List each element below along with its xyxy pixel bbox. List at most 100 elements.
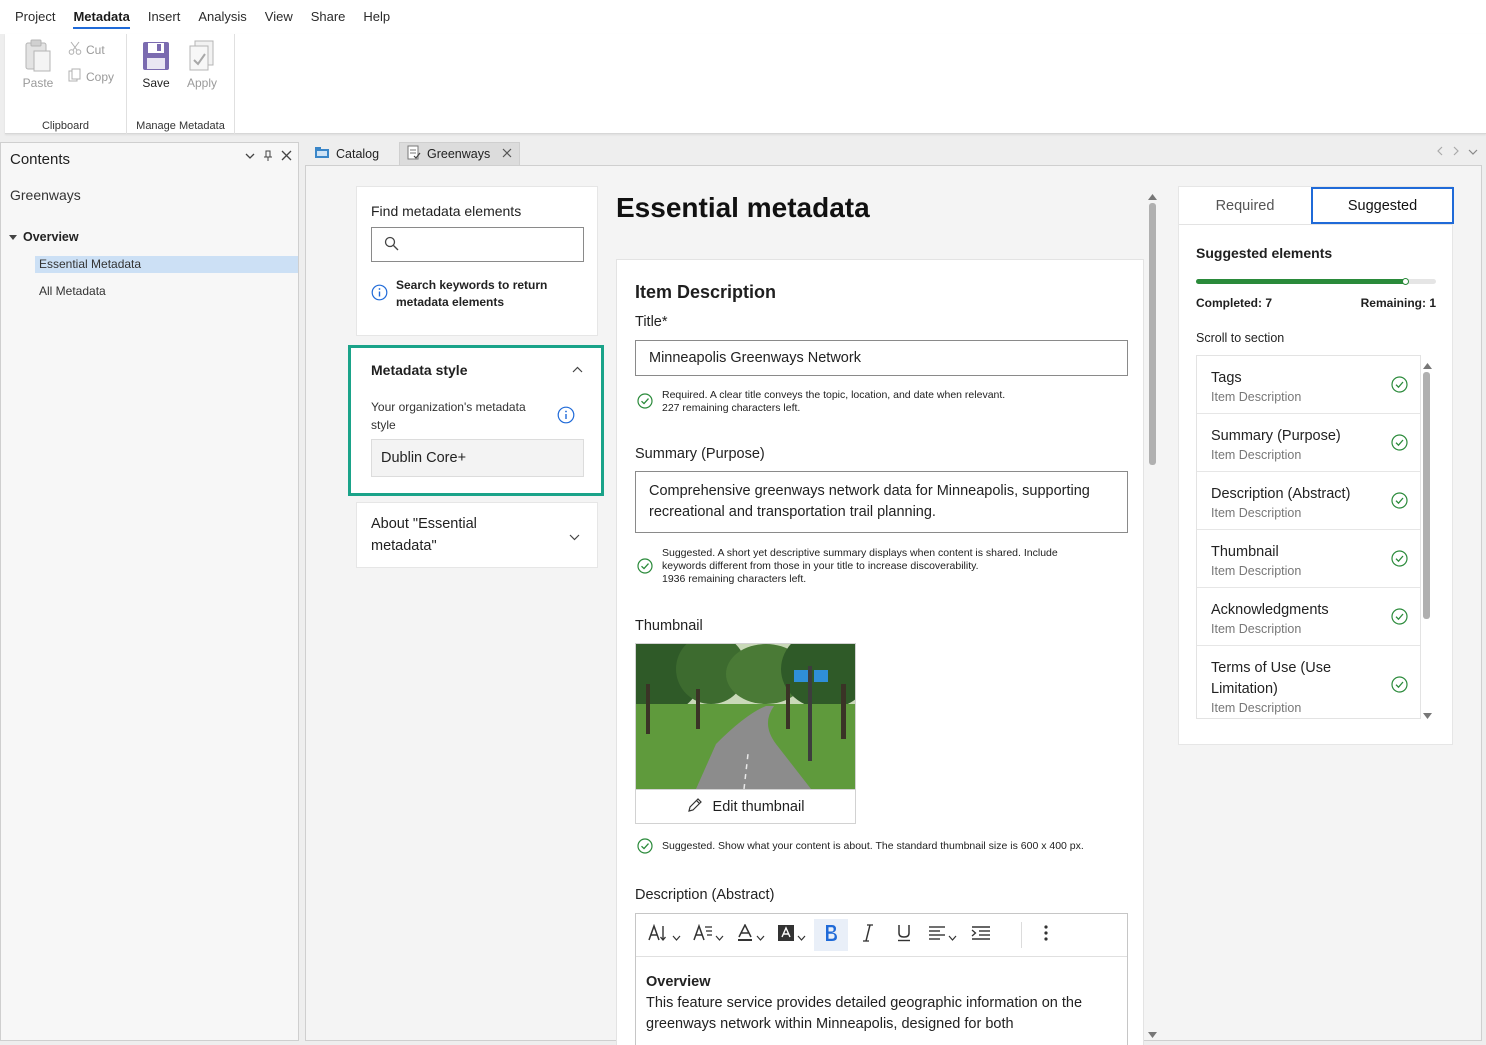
section-list: Tags Item Description Summary (Purpose) … (1196, 355, 1421, 719)
summary-hint-line-2: 1936 remaining characters left. (662, 573, 807, 585)
bold-button[interactable] (814, 919, 848, 951)
menu-view[interactable]: View (256, 0, 302, 34)
section-item-tags[interactable]: Tags Item Description (1197, 356, 1420, 414)
save-button[interactable]: Save (136, 40, 176, 90)
menu-metadata[interactable]: Metadata (64, 0, 138, 34)
chevron-right-icon[interactable] (1452, 145, 1460, 159)
section-item-terms-of-use[interactable]: Terms of Use (Use Limitation) Item Descr… (1197, 646, 1420, 718)
underline-button[interactable] (888, 919, 920, 951)
thumbnail-hint: Suggested. Show what your content is abo… (637, 838, 1084, 858)
title-hint: Required. A clear title conveys the topi… (637, 389, 1005, 415)
edit-thumbnail-button[interactable]: Edit thumbnail (636, 789, 855, 823)
section-item-sub: Item Description (1211, 390, 1302, 404)
clipboard-group-label: Clipboard (41, 120, 90, 132)
tab-greenways[interactable]: Greenways (399, 142, 521, 165)
align-button[interactable] (924, 919, 961, 951)
section-item-sub: Item Description (1211, 701, 1302, 715)
section-item-summary[interactable]: Summary (Purpose) Item Description (1197, 414, 1420, 472)
title-label: Title* (635, 314, 668, 330)
search-icon (384, 236, 399, 254)
font-color-icon (736, 922, 754, 947)
manage-metadata-group: Save Apply Manage Metadata (127, 34, 235, 134)
chevron-down-icon[interactable] (1468, 145, 1478, 159)
section-item-name: Terms of Use (Use Limitation) (1211, 660, 1332, 697)
manage-metadata-group-label: Manage Metadata (136, 120, 225, 132)
menu-insert[interactable]: Insert (139, 0, 190, 34)
menu-bar: Project Metadata Insert Analysis View Sh… (0, 0, 1486, 34)
search-input[interactable] (371, 227, 584, 262)
about-essential-metadata-card[interactable]: About "Essential metadata" (356, 502, 598, 568)
close-tab-icon[interactable] (502, 147, 512, 161)
text-style-button[interactable] (689, 919, 728, 951)
font-color-button[interactable] (732, 919, 769, 951)
section-item-description[interactable]: Description (Abstract) Item Description (1197, 472, 1420, 530)
section-item-thumbnail[interactable]: Thumbnail Item Description (1197, 530, 1420, 588)
chevron-left-icon[interactable] (1436, 145, 1444, 159)
title-hint-line-1: Required. A clear title conveys the topi… (662, 389, 1006, 401)
close-icon[interactable] (281, 150, 292, 165)
paste-button[interactable]: Paste (18, 39, 58, 90)
metadata-style-card: Metadata style Your organization's metad… (348, 345, 604, 496)
check-circle-icon (637, 838, 653, 858)
main-scrollbar[interactable] (1147, 189, 1157, 1039)
metadata-style-select[interactable]: Dublin Core+ (371, 439, 584, 477)
description-text[interactable]: Overview This feature service provides d… (646, 972, 1113, 1035)
tree-item-essential-metadata[interactable]: Essential Metadata (35, 256, 298, 273)
check-circle-icon (1391, 376, 1408, 396)
scroll-up-icon[interactable] (1148, 189, 1157, 204)
section-item-sub: Item Description (1211, 448, 1302, 462)
scroll-up-icon[interactable] (1423, 358, 1432, 373)
check-circle-icon (1391, 434, 1408, 454)
menu-share[interactable]: Share (302, 0, 355, 34)
section-item-sub: Item Description (1211, 622, 1302, 636)
find-metadata-label: Find metadata elements (371, 203, 522, 219)
summary-field[interactable]: Comprehensive greenways network data for… (635, 471, 1128, 533)
indent-button[interactable] (965, 919, 997, 951)
description-editor[interactable]: Overview This feature service provides d… (635, 913, 1128, 1045)
section-item-acknowledgments[interactable]: Acknowledgments Item Description (1197, 588, 1420, 646)
pin-icon[interactable] (263, 150, 273, 165)
menu-help[interactable]: Help (354, 0, 399, 34)
more-options-button[interactable] (1034, 919, 1058, 951)
scroll-down-icon[interactable] (1423, 707, 1432, 722)
font-size-button[interactable] (644, 919, 685, 951)
map-name: Greenways (10, 187, 81, 203)
section-item-name: Summary (Purpose) (1211, 428, 1341, 444)
copy-button[interactable]: Copy (68, 68, 114, 85)
section-item-name: Acknowledgments (1211, 602, 1329, 618)
menu-project[interactable]: Project (6, 0, 64, 34)
completion-progress-bar (1196, 278, 1436, 285)
chevron-down-icon[interactable] (569, 529, 580, 544)
italic-icon (862, 923, 874, 947)
tree-node-overview[interactable]: Overview (9, 230, 79, 244)
title-field[interactable]: Minneapolis Greenways Network (635, 340, 1128, 376)
tab-suggested[interactable]: Suggested (1311, 187, 1454, 224)
main-scrollbar-thumb[interactable] (1149, 203, 1156, 465)
info-icon[interactable] (557, 406, 575, 427)
cut-button[interactable]: Cut (68, 41, 105, 58)
tab-catalog[interactable]: Catalog (307, 142, 386, 165)
ribbon: Paste Cut Copy Clipboard Save Apply Mana… (5, 34, 1486, 134)
more-vertical-icon (1044, 924, 1048, 946)
italic-button[interactable] (852, 919, 884, 951)
section-list-scrollbar[interactable] (1422, 358, 1432, 719)
check-circle-icon (1391, 550, 1408, 570)
tree-node-overview-label: Overview (23, 230, 79, 244)
chevron-down-icon[interactable] (245, 150, 255, 165)
tree-item-all-metadata[interactable]: All Metadata (35, 283, 298, 300)
section-list-scrollbar-thumb[interactable] (1423, 372, 1430, 619)
font-size-icon (648, 923, 670, 947)
caret-down-icon[interactable] (9, 230, 17, 244)
metadata-style-title: Metadata style (371, 362, 468, 378)
apply-label: Apply (186, 76, 218, 90)
indent-icon (971, 925, 991, 946)
contents-title: Contents (10, 151, 71, 168)
description-heading: Overview (646, 974, 711, 990)
tab-required[interactable]: Required (1179, 187, 1311, 224)
editor-toolbar (636, 914, 1127, 957)
chevron-up-icon[interactable] (572, 362, 583, 377)
menu-analysis[interactable]: Analysis (189, 0, 255, 34)
highlight-color-button[interactable] (773, 919, 810, 951)
scroll-down-icon[interactable] (1148, 1026, 1157, 1041)
apply-button[interactable]: Apply (182, 40, 222, 90)
